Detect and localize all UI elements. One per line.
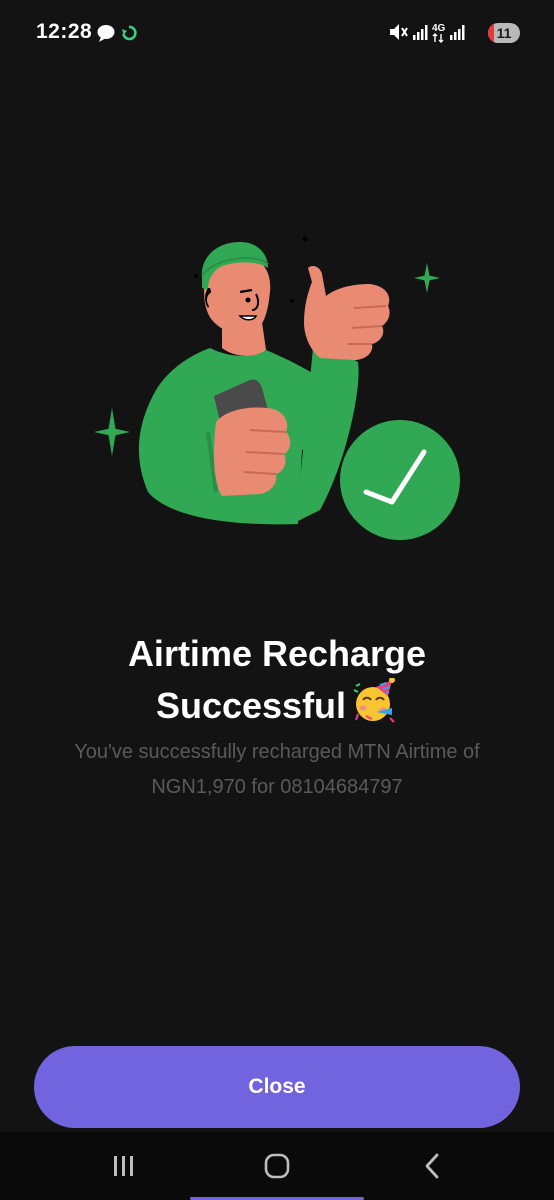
battery-level: 11 bbox=[496, 25, 512, 41]
sparkle-icon bbox=[94, 408, 130, 456]
close-button[interactable]: Close bbox=[34, 1046, 520, 1128]
message-line-2: NGN1,970 for 08104684797 bbox=[151, 776, 403, 798]
system-nav-bar bbox=[0, 1132, 554, 1200]
battery-icon: 11 bbox=[488, 23, 520, 43]
status-right-icons: 4G bbox=[390, 23, 465, 43]
thumbs-up-person-illustration bbox=[94, 236, 460, 540]
checkmark-circle-icon bbox=[340, 420, 460, 540]
sparkle-icon bbox=[414, 263, 440, 293]
message-line-1: You've successfully recharged MTN Airtim… bbox=[74, 741, 480, 763]
status-time: 12:28 bbox=[36, 20, 93, 43]
home-icon[interactable] bbox=[257, 1150, 297, 1184]
signal-icon bbox=[413, 25, 428, 40]
status-left-icons bbox=[97, 25, 137, 42]
chat-bubble-icon bbox=[97, 25, 115, 42]
signal-icon-2 bbox=[450, 25, 465, 40]
sync-icon bbox=[122, 25, 137, 41]
network-4g-icon: 4G bbox=[432, 23, 446, 43]
mute-icon bbox=[390, 24, 408, 40]
party-face-emoji bbox=[353, 678, 396, 723]
screen: 12:28 4G 11 Airtime Recharge Successful … bbox=[0, 0, 554, 1200]
status-bar: 12:28 4G 11 bbox=[0, 0, 554, 66]
recent-apps-icon[interactable] bbox=[104, 1150, 144, 1184]
title-line-1: Airtime Recharge bbox=[127, 633, 427, 674]
title-line-2: Successful bbox=[155, 685, 347, 726]
result-message: You've successfully recharged MTN Airtim… bbox=[40, 735, 514, 805]
back-icon[interactable] bbox=[412, 1150, 452, 1184]
page-title: Airtime Recharge Successful bbox=[40, 630, 514, 730]
svg-text:4G: 4G bbox=[432, 23, 446, 34]
